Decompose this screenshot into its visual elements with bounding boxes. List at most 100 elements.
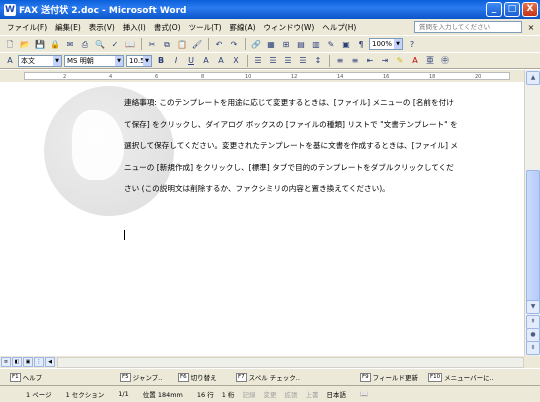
status-column[interactable]: 1 桁 bbox=[222, 389, 235, 399]
document-close-icon[interactable]: × bbox=[525, 23, 537, 32]
close-button[interactable]: X bbox=[522, 2, 538, 17]
character-scaling-icon[interactable]: X bbox=[229, 54, 243, 67]
browse-object-icon[interactable]: ● bbox=[526, 328, 540, 342]
chevron-down-icon[interactable]: ▼ bbox=[53, 55, 61, 66]
spelling-status-icon[interactable]: 📖 bbox=[360, 390, 368, 398]
columns-icon[interactable]: ▥ bbox=[309, 38, 323, 51]
line-spacing-icon[interactable]: ↕ bbox=[311, 54, 325, 67]
show-hide-icon[interactable]: ¶ bbox=[354, 38, 368, 51]
distributed-icon[interactable]: ☰ bbox=[296, 54, 310, 67]
status-track-changes[interactable]: 変更 bbox=[263, 389, 276, 399]
minimize-button[interactable]: _ bbox=[486, 2, 502, 17]
align-right-icon[interactable]: ☰ bbox=[281, 54, 295, 67]
redo-icon[interactable]: ↷ bbox=[227, 38, 241, 51]
email-icon[interactable]: ✉ bbox=[63, 38, 77, 51]
status-line[interactable]: 16 行 bbox=[197, 389, 214, 399]
fkey-f9[interactable]: F9 フィールド更新 bbox=[360, 372, 428, 382]
align-justify-icon[interactable]: ☰ bbox=[251, 54, 265, 67]
fkey-f5[interactable]: F5 ジャンプ.. bbox=[120, 372, 178, 382]
scroll-thumb[interactable] bbox=[526, 170, 540, 310]
fkey-f7[interactable]: F7 スペル チェック.. bbox=[236, 372, 360, 382]
fkey-f10[interactable]: F10 メニューバーに.. bbox=[428, 372, 494, 382]
bold-icon[interactable]: B bbox=[154, 54, 168, 67]
normal-view-icon[interactable]: ≡ bbox=[1, 357, 11, 367]
chevron-down-icon[interactable]: ▼ bbox=[394, 39, 402, 49]
font-color-icon[interactable]: A bbox=[408, 54, 422, 67]
align-center-icon[interactable]: ☰ bbox=[266, 54, 280, 67]
menu-file[interactable]: ファイル(F) bbox=[3, 22, 51, 33]
chevron-down-icon[interactable]: ▼ bbox=[115, 55, 123, 66]
enclose-characters-icon[interactable]: ㊥ bbox=[438, 54, 452, 67]
research-icon[interactable]: 📖 bbox=[123, 38, 137, 51]
underline-icon[interactable]: U bbox=[184, 54, 198, 67]
character-border-icon[interactable]: A bbox=[199, 54, 213, 67]
hyperlink-icon[interactable]: 🔗 bbox=[249, 38, 263, 51]
chevron-down-icon[interactable]: ▼ bbox=[143, 55, 151, 66]
print-icon[interactable]: ⎙ bbox=[78, 38, 92, 51]
web-layout-icon[interactable]: ◧ bbox=[12, 357, 22, 367]
italic-icon[interactable]: I bbox=[169, 54, 183, 67]
status-position[interactable]: 位置 184mm bbox=[143, 389, 183, 399]
menu-edit[interactable]: 編集(E) bbox=[51, 22, 85, 33]
undo-icon[interactable]: ↶ bbox=[212, 38, 226, 51]
print-layout-icon[interactable]: ▣ bbox=[23, 357, 33, 367]
tables-borders-icon[interactable]: ▦ bbox=[264, 38, 278, 51]
copy-icon[interactable]: ⧉ bbox=[160, 38, 174, 51]
status-language[interactable]: 日本語 bbox=[326, 389, 346, 399]
status-page[interactable]: 1 ページ bbox=[26, 389, 52, 399]
insert-table-icon[interactable]: ⊞ bbox=[279, 38, 293, 51]
vertical-scrollbar[interactable]: ▲ ▼ ⇞ ● ⇟ bbox=[524, 70, 540, 356]
new-document-icon[interactable]: 🗋 bbox=[3, 38, 17, 51]
format-painter-icon[interactable]: 🖌 bbox=[190, 38, 204, 51]
menu-tools[interactable]: ツール(T) bbox=[185, 22, 226, 33]
status-record-macro[interactable]: 記録 bbox=[242, 389, 255, 399]
menu-insert[interactable]: 挿入(I) bbox=[119, 22, 150, 33]
document-area[interactable]: 連絡事項: このテンプレートを用途に応じて変更するときは、[ファイル] メニュー… bbox=[0, 82, 524, 356]
help-icon[interactable]: ? bbox=[405, 38, 419, 51]
styles-pane-icon[interactable]: A bbox=[3, 54, 17, 67]
increase-indent-icon[interactable]: ⇥ bbox=[378, 54, 392, 67]
status-extend[interactable]: 拡張 bbox=[284, 389, 297, 399]
status-overtype[interactable]: 上書 bbox=[305, 389, 318, 399]
document-map-icon[interactable]: ▣ bbox=[339, 38, 353, 51]
spelling-icon[interactable]: ✓ bbox=[108, 38, 122, 51]
print-preview-icon[interactable]: 🔍 bbox=[93, 38, 107, 51]
phonetic-guide-icon[interactable]: 亜 bbox=[423, 54, 437, 67]
character-shading-icon[interactable]: A bbox=[214, 54, 228, 67]
help-search-input[interactable] bbox=[414, 21, 522, 33]
permission-icon[interactable]: 🔒 bbox=[48, 38, 62, 51]
menu-table[interactable]: 罫線(A) bbox=[226, 22, 260, 33]
menu-view[interactable]: 表示(V) bbox=[85, 22, 119, 33]
title-bar[interactable]: W FAX 送付状 2.doc - Microsoft Word _ □ X bbox=[0, 0, 540, 19]
font-size-select[interactable]: 10.5 ▼ bbox=[126, 54, 152, 67]
horizontal-scrollbar[interactable] bbox=[57, 356, 524, 368]
open-icon[interactable]: 📂 bbox=[18, 38, 32, 51]
zoom-select[interactable]: 100% ▼ bbox=[369, 38, 403, 50]
drawing-icon[interactable]: ✎ bbox=[324, 38, 338, 51]
status-section[interactable]: 1 セクション bbox=[66, 389, 105, 399]
outline-view-icon[interactable]: ⋮ bbox=[34, 357, 44, 367]
scroll-down-icon[interactable]: ▼ bbox=[526, 300, 540, 314]
paste-icon[interactable]: 📋 bbox=[175, 38, 189, 51]
previous-page-icon[interactable]: ⇞ bbox=[526, 315, 540, 329]
menu-window[interactable]: ウィンドウ(W) bbox=[260, 22, 319, 33]
decrease-indent-icon[interactable]: ⇤ bbox=[363, 54, 377, 67]
reading-layout-icon[interactable]: ◀ bbox=[45, 357, 55, 367]
word-app-icon[interactable]: W bbox=[4, 3, 16, 16]
horizontal-ruler[interactable]: 2 4 6 8 10 12 14 16 18 20 bbox=[0, 70, 540, 82]
highlight-icon[interactable]: ✎ bbox=[393, 54, 407, 67]
cut-icon[interactable]: ✂ bbox=[145, 38, 159, 51]
scroll-up-icon[interactable]: ▲ bbox=[526, 71, 540, 85]
fkey-f6[interactable]: F6 切り替え bbox=[178, 372, 236, 382]
notes-paragraph[interactable]: 連絡事項: このテンプレートを用途に応じて変更するときは、[ファイル] メニュー… bbox=[124, 92, 458, 200]
status-page-count[interactable]: 1/1 bbox=[118, 390, 128, 398]
maximize-button[interactable]: □ bbox=[504, 2, 520, 17]
save-icon[interactable]: 💾 bbox=[33, 38, 47, 51]
next-page-icon[interactable]: ⇟ bbox=[526, 341, 540, 355]
font-select[interactable]: MS 明朝 ▼ bbox=[64, 54, 124, 67]
insert-excel-icon[interactable]: ▤ bbox=[294, 38, 308, 51]
style-select[interactable]: 本文 ▼ bbox=[18, 54, 62, 67]
menu-format[interactable]: 書式(O) bbox=[150, 22, 185, 33]
bullets-icon[interactable]: ≡ bbox=[348, 54, 362, 67]
menu-help[interactable]: ヘルプ(H) bbox=[318, 22, 360, 33]
